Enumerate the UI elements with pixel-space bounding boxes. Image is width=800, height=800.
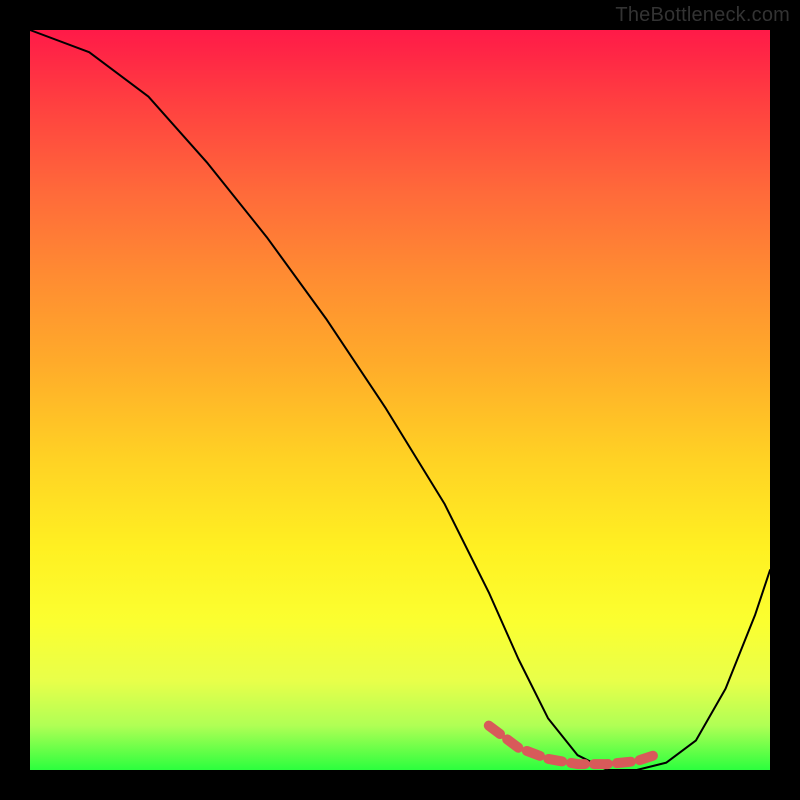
watermark-text: TheBottleneck.com [615, 4, 790, 27]
chart-frame: TheBottleneck.com [0, 0, 800, 800]
chart-svg [30, 30, 770, 770]
bottleneck-curve [30, 30, 770, 770]
optimal-zone-marker [489, 726, 659, 765]
plot-area [30, 30, 770, 770]
